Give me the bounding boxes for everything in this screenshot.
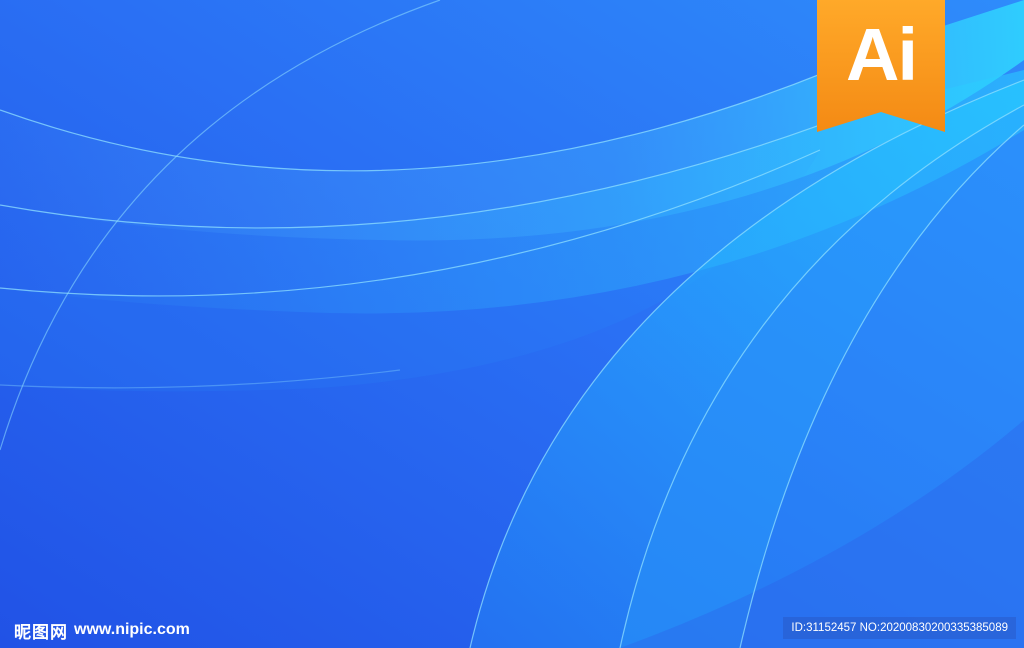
watermark-brand: 昵图网 www.nipic.com (14, 618, 190, 643)
watermark-brand-name: 昵图网 (14, 622, 68, 643)
ai-logo-badge: Ai (817, 0, 945, 132)
watermark-id-label: ID:31152457 NO:20200830200335385089 (783, 617, 1016, 639)
watermark-url: www.nipic.com (74, 621, 190, 638)
ai-logo-text: Ai (846, 13, 918, 96)
background-canvas: Ai 昵图网 www.nipic.com ID:31152457 NO:2020… (0, 0, 1024, 648)
